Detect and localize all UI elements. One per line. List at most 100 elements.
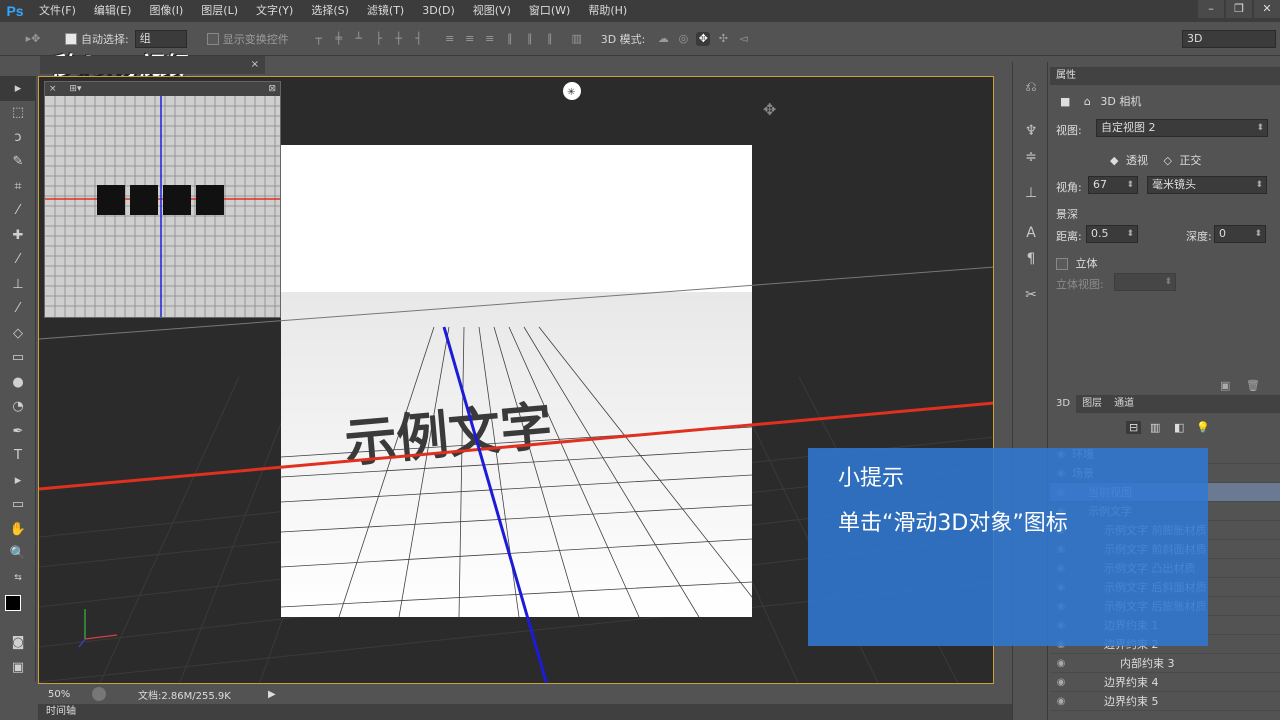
screen-mode-icon[interactable]: ▣ [0, 655, 36, 680]
drag-3d-icon[interactable]: ✥ [696, 31, 711, 46]
blur-tool-icon[interactable]: ● [0, 370, 36, 395]
close-tab-icon[interactable]: × [251, 56, 259, 74]
align-top-icon[interactable]: ┬ [312, 32, 326, 46]
scene-row[interactable]: ◉ 边界约束 4 [1050, 673, 1280, 692]
filter-mesh-icon[interactable]: ▥ [1150, 421, 1160, 434]
filter-scene-icon[interactable]: ⊟ [1126, 421, 1142, 434]
camera-icon[interactable]: ■ [1060, 95, 1070, 108]
menu-view[interactable]: 视图(V) [464, 0, 520, 22]
filter-material-icon[interactable]: ◧ [1174, 421, 1184, 434]
move-tool-icon[interactable]: ▸ [0, 76, 36, 101]
gradient-tool-icon[interactable]: ▭ [0, 346, 36, 371]
tab-3d[interactable]: 3D [1050, 395, 1077, 413]
distribute-top-icon[interactable]: ≡ [443, 32, 457, 46]
stamp-tool-icon[interactable]: ⊥ [0, 272, 36, 297]
ortho-icon[interactable]: ◇ [1163, 154, 1171, 167]
path-select-tool-icon[interactable]: ▸ [0, 468, 36, 493]
healing-tool-icon[interactable]: ✚ [0, 223, 36, 248]
distribute-vcenter-icon[interactable]: ≡ [463, 32, 477, 46]
color-swatches[interactable] [0, 591, 36, 631]
show-transform-checkbox[interactable] [206, 32, 219, 45]
scene-row[interactable]: ◉ 内部约束 3 [1050, 654, 1280, 673]
history-icon[interactable]: ⎌ [1013, 74, 1049, 100]
distance-input[interactable]: 0.5 [1086, 225, 1138, 243]
depth-input[interactable]: 0 [1214, 225, 1266, 243]
eyedropper-tool-icon[interactable]: ⁄ [0, 199, 36, 224]
roll-3d-icon[interactable]: ◎ [676, 32, 690, 46]
render-icon[interactable]: ▣ [1220, 379, 1230, 392]
zoom-level[interactable]: 50% [48, 689, 88, 700]
rotate-3d-icon[interactable]: ☁ [656, 32, 670, 46]
visibility-eye-icon[interactable]: ◉ [1050, 677, 1072, 688]
perspective-label[interactable]: 透视 [1126, 154, 1148, 167]
brush-tool-icon[interactable]: ⁄ [0, 248, 36, 273]
slide-3d-icon[interactable]: ✣ [716, 32, 730, 46]
hand-tool-icon[interactable]: ✋ [0, 517, 36, 542]
distribute-bottom-icon[interactable]: ≡ [483, 32, 497, 46]
menu-type[interactable]: 文字(Y) [247, 0, 302, 22]
menu-file[interactable]: 文件(F) [30, 0, 85, 22]
default-colors-icon[interactable]: ⇆ [0, 566, 36, 591]
lens-dropdown[interactable]: 毫米镜头 [1147, 176, 1267, 194]
tools-icon[interactable]: ✂ [1013, 282, 1049, 308]
perspective-icon[interactable]: ◆ [1110, 154, 1118, 167]
auto-select-checkbox[interactable] [65, 32, 77, 45]
shape-tool-icon[interactable]: ▭ [0, 493, 36, 518]
scene-icon[interactable]: ⌂ [1084, 95, 1091, 108]
share-icon[interactable] [92, 687, 106, 701]
stereo-view-dropdown[interactable] [1114, 273, 1176, 291]
trash-icon[interactable]: 🗑 [1246, 379, 1260, 392]
minimize-button[interactable]: – [1198, 0, 1224, 18]
align-bottom-icon[interactable]: ┴ [352, 32, 366, 46]
menu-edit[interactable]: 编辑(E) [85, 0, 141, 22]
stereo-checkbox[interactable] [1056, 258, 1068, 270]
zoom-tool-icon[interactable]: 🔍 [0, 542, 36, 567]
eraser-tool-icon[interactable]: ◇ [0, 321, 36, 346]
fov-input[interactable]: 67 [1088, 176, 1138, 194]
move-tool-preset-icon[interactable]: ▸✥ [18, 32, 48, 46]
align-hcenter-icon[interactable]: ┼ [392, 32, 406, 46]
menu-select[interactable]: 选择(S) [302, 0, 358, 22]
menu-image[interactable]: 图像(I) [140, 0, 192, 22]
visibility-eye-icon[interactable]: ◉ [1050, 658, 1072, 669]
close-button[interactable]: ✕ [1254, 0, 1280, 18]
menu-layer[interactable]: 图层(L) [192, 0, 247, 22]
marquee-tool-icon[interactable]: ⬚ [0, 101, 36, 126]
expand-icon[interactable]: ⊠ [268, 82, 276, 96]
auto-align-icon[interactable]: ▥ [570, 32, 584, 46]
menu-filter[interactable]: 滤镜(T) [358, 0, 413, 22]
align-left-icon[interactable]: ├ [372, 32, 386, 46]
history-brush-icon[interactable]: ⁄ [0, 297, 36, 322]
distribute-right-icon[interactable]: ∥ [543, 32, 557, 46]
quick-select-tool-icon[interactable]: ✎ [0, 150, 36, 175]
workspace-dropdown[interactable]: 3D [1182, 30, 1276, 48]
menu-3d[interactable]: 3D(D) [413, 0, 464, 22]
visibility-eye-icon[interactable]: ◉ [1050, 696, 1072, 707]
properties-tab[interactable]: 属性 [1050, 67, 1280, 85]
menu-help[interactable]: 帮助(H) [579, 0, 636, 22]
properties-icon[interactable]: ⊥ [1013, 180, 1049, 206]
align-right-icon[interactable]: ┤ [412, 32, 426, 46]
filter-light-icon[interactable]: 💡 [1196, 421, 1210, 434]
distribute-hcenter-icon[interactable]: ∥ [523, 32, 537, 46]
character-icon[interactable]: A [1013, 220, 1049, 246]
tab-channels[interactable]: 通道 [1108, 395, 1140, 413]
actions-icon[interactable]: ♆ [1013, 118, 1049, 144]
align-vcenter-icon[interactable]: ╪ [332, 32, 346, 46]
lasso-tool-icon[interactable]: ↄ [0, 125, 36, 150]
close-icon[interactable]: × [49, 84, 57, 94]
scale-3d-icon[interactable]: ◅ [736, 32, 750, 46]
adjustments-icon[interactable]: ≑ [1013, 144, 1049, 170]
restore-button[interactable]: ❐ [1226, 0, 1252, 18]
document-tab[interactable]: × [40, 56, 265, 74]
paragraph-icon[interactable]: ¶ [1013, 246, 1049, 272]
menu-window[interactable]: 窗口(W) [520, 0, 579, 22]
camera-select-icon[interactable]: ⊞▾ [69, 84, 81, 94]
tab-layers[interactable]: 图层 [1076, 395, 1108, 413]
crop-tool-icon[interactable]: ⌗ [0, 174, 36, 199]
timeline-tab[interactable]: 时间轴 [38, 704, 1013, 720]
type-tool-icon[interactable]: T [0, 444, 36, 469]
quick-mask-icon[interactable]: ◙ [0, 631, 36, 656]
ortho-label[interactable]: 正交 [1179, 154, 1201, 167]
camera-view-panel[interactable]: × ⊞▾ ⊠ [44, 81, 281, 318]
